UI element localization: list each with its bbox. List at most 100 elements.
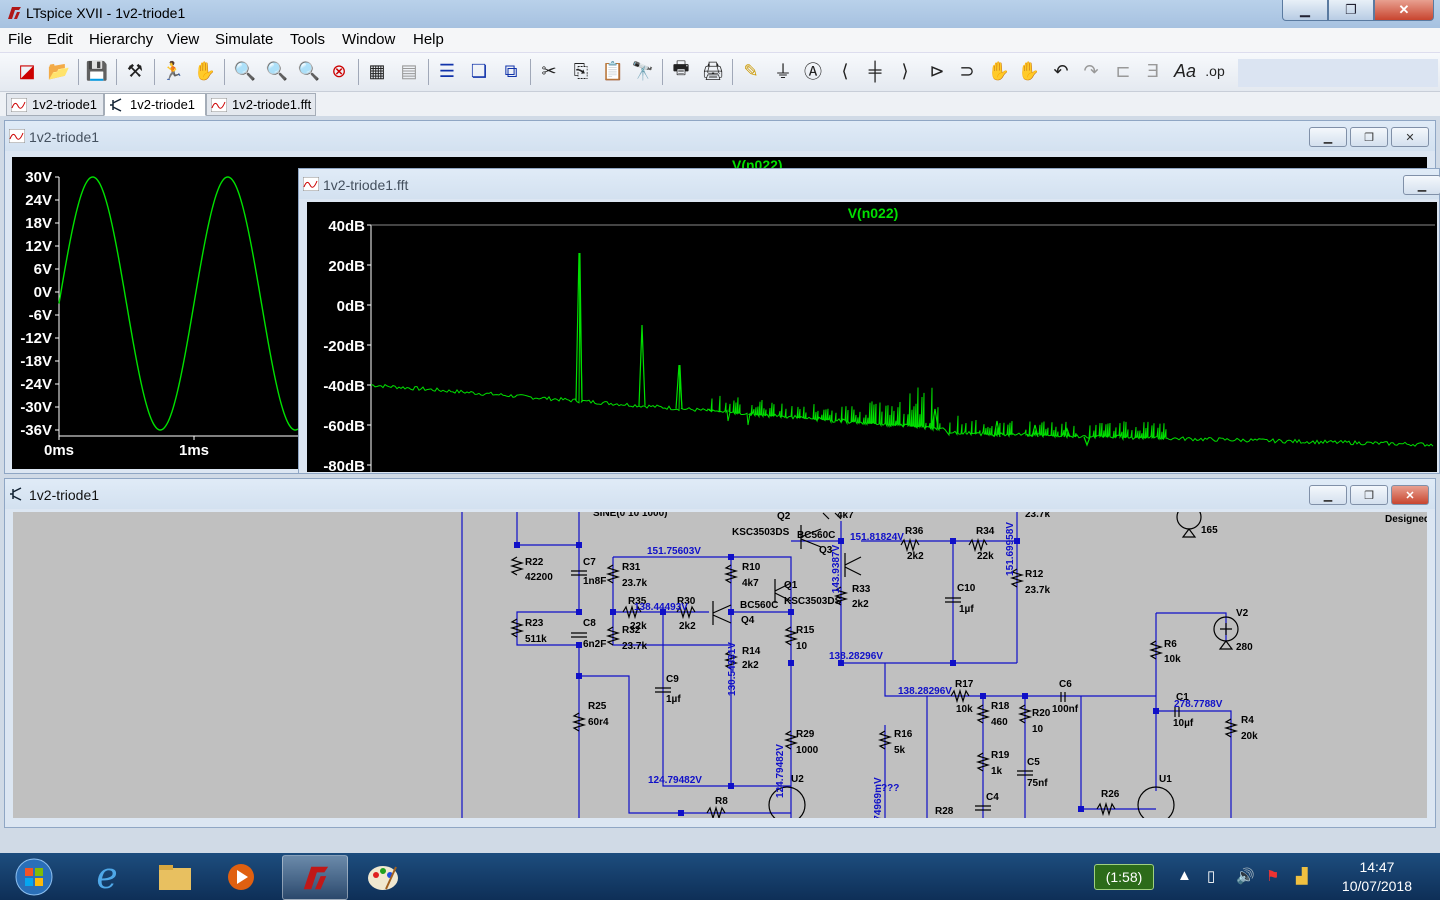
open-folder-icon[interactable]: 📂 (46, 58, 72, 84)
component-label[interactable]: 4k7 (837, 512, 854, 521)
node-voltage-label[interactable]: 278.7788V (1174, 699, 1223, 710)
save-icon[interactable]: 💾 (84, 58, 110, 84)
print-preview-icon[interactable]: 🖨 (700, 58, 726, 84)
new-schematic-icon[interactable]: ◪ (14, 58, 40, 84)
schematic-minimize-button[interactable]: ▁ (1309, 485, 1347, 505)
wifi-icon[interactable]: ▟ (1296, 867, 1308, 885)
taskbar-file-explorer[interactable] (144, 855, 206, 898)
component-label[interactable]: 5k (894, 745, 906, 756)
battery-icon[interactable]: ▯ (1207, 867, 1215, 885)
menu-hierarchy[interactable]: Hierarchy (89, 31, 153, 48)
mirror-icon[interactable]: Ǝ (1140, 58, 1166, 84)
component-label[interactable]: R34 (976, 526, 995, 537)
halt-icon[interactable]: ✋ (192, 58, 218, 84)
ground-icon[interactable]: ⏚ (770, 58, 796, 84)
waveform-minimize-button[interactable]: ▁ (1309, 127, 1347, 147)
component-label[interactable]: R23 (525, 618, 544, 629)
component-label[interactable]: R18 (991, 701, 1010, 712)
component-label[interactable]: R15 (796, 625, 815, 636)
component-label[interactable]: Q4 (741, 615, 755, 626)
menu-help[interactable]: Help (413, 31, 444, 48)
component-label[interactable]: SINE(0 10 1000) (593, 512, 668, 519)
tile-vertical-icon[interactable]: ⧉ (498, 58, 524, 84)
component-label[interactable]: C5 (1027, 757, 1040, 768)
zoom-fit-icon[interactable]: ⊗ (326, 58, 352, 84)
component-label[interactable]: 4k7 (742, 578, 759, 589)
component-label[interactable]: 75nf (1027, 778, 1048, 789)
component-label[interactable]: R31 (622, 562, 641, 573)
component-label[interactable]: 20k (1241, 731, 1258, 742)
node-voltage-label[interactable]: 138.28296V (829, 651, 883, 662)
component-label[interactable]: R29 (796, 729, 815, 740)
node-voltage-label[interactable]: 151.75603V (647, 546, 701, 557)
component-label[interactable]: 1µf (959, 604, 974, 615)
component-label[interactable]: C8 (583, 618, 596, 629)
component-label[interactable]: 2k2 (852, 599, 869, 610)
print-icon[interactable]: 🖶 (668, 58, 694, 84)
component-label[interactable]: R10 (742, 562, 761, 573)
draw-wire-icon[interactable]: ✎ (738, 58, 764, 84)
node-voltage-label[interactable]: 138.44493V (634, 602, 688, 613)
component-label[interactable]: 2k2 (742, 660, 759, 671)
schematic-canvas[interactable]: SINE(0 10 1000) Q2 4k7 23.7k 165 Designed KSC3… (13, 512, 1427, 818)
node-voltage-label[interactable]: 151.69958V (1005, 522, 1016, 576)
fft-minimize-button[interactable]: ▁ (1403, 175, 1440, 195)
component-icon[interactable]: ⊃ (954, 58, 980, 84)
run-icon[interactable]: 🏃 (160, 58, 186, 84)
component-label[interactable]: V2 (1236, 608, 1249, 619)
zoom-out-icon[interactable]: 🔍 (296, 58, 322, 84)
component-label[interactable]: 10k (956, 704, 973, 715)
show-hidden-icons-icon[interactable]: ▲ (1177, 867, 1192, 884)
move-icon[interactable]: ✋ (986, 58, 1012, 84)
component-label[interactable]: Designed (1385, 514, 1427, 525)
component-label[interactable]: 42200 (525, 572, 553, 583)
tab-schematic[interactable]: 1v2-triode1 (104, 93, 206, 116)
component-label[interactable]: KSC3503DS (784, 596, 842, 607)
undo-icon[interactable]: ↶ (1048, 58, 1074, 84)
component-label[interactable]: R20 (1032, 708, 1051, 719)
drag-icon[interactable]: ✋ (1016, 58, 1042, 84)
menu-window[interactable]: Window (342, 31, 395, 48)
component-label[interactable]: 1000 (796, 745, 819, 756)
tab-fft[interactable]: 1v2-triode1.fft (206, 93, 316, 116)
component-label[interactable]: 100nf (1052, 704, 1079, 715)
label-net-icon[interactable]: Ⓐ (800, 58, 826, 84)
component-label[interactable]: R32 (622, 625, 641, 636)
redo-icon[interactable]: ↷ (1078, 58, 1104, 84)
node-voltage-label[interactable]: 138.28296V (898, 686, 952, 697)
network-icon[interactable]: ⚑ (1266, 867, 1279, 885)
waveform-restore-button[interactable]: ❐ (1350, 127, 1388, 147)
component-label[interactable]: C4 (986, 792, 999, 803)
node-voltage-label[interactable]: 124.79482V (775, 744, 786, 798)
close-button[interactable]: ✕ (1374, 0, 1434, 21)
component-label[interactable]: R36 (905, 526, 924, 537)
component-label[interactable]: 23.7k (1025, 512, 1050, 520)
component-label[interactable]: R19 (991, 750, 1010, 761)
component-label[interactable]: 22k (977, 551, 994, 562)
clock[interactable]: 14:47 10/07/2018 (1342, 858, 1412, 896)
restore-button[interactable]: ❐ (1328, 0, 1374, 21)
taskbar-paint[interactable] (352, 855, 414, 898)
inductor-icon[interactable]: ⟩ (892, 58, 918, 84)
menu-tools[interactable]: Tools (290, 31, 325, 48)
component-label[interactable]: U2 (791, 774, 804, 785)
component-label[interactable]: Q1 (784, 580, 798, 591)
menu-view[interactable]: View (167, 31, 199, 48)
component-label[interactable]: R28 (935, 806, 954, 817)
component-label[interactable]: BC560C (797, 530, 835, 541)
node-voltage-label[interactable]: 124.79482V (648, 775, 702, 786)
pan-icon[interactable]: 🔍 (264, 58, 290, 84)
zoom-in-icon[interactable]: 🔍 (232, 58, 258, 84)
node-voltage-label[interactable]: 143.9387V (831, 544, 842, 593)
component-label[interactable]: KSC3503DS (732, 527, 790, 538)
component-label[interactable]: 6n2F (583, 639, 606, 650)
minimize-button[interactable]: ▁ (1282, 0, 1328, 21)
component-label[interactable]: 2k2 (907, 551, 924, 562)
component-label[interactable]: R8 (715, 796, 728, 807)
autorange-icon[interactable]: ▦ (364, 58, 390, 84)
volume-icon[interactable]: 🔊 (1236, 867, 1255, 885)
tab-waveform[interactable]: 1v2-triode1 (6, 93, 104, 116)
component-label[interactable]: 1µf (666, 694, 681, 705)
component-label[interactable]: C10 (957, 583, 976, 594)
component-label[interactable]: 511k (525, 634, 547, 645)
